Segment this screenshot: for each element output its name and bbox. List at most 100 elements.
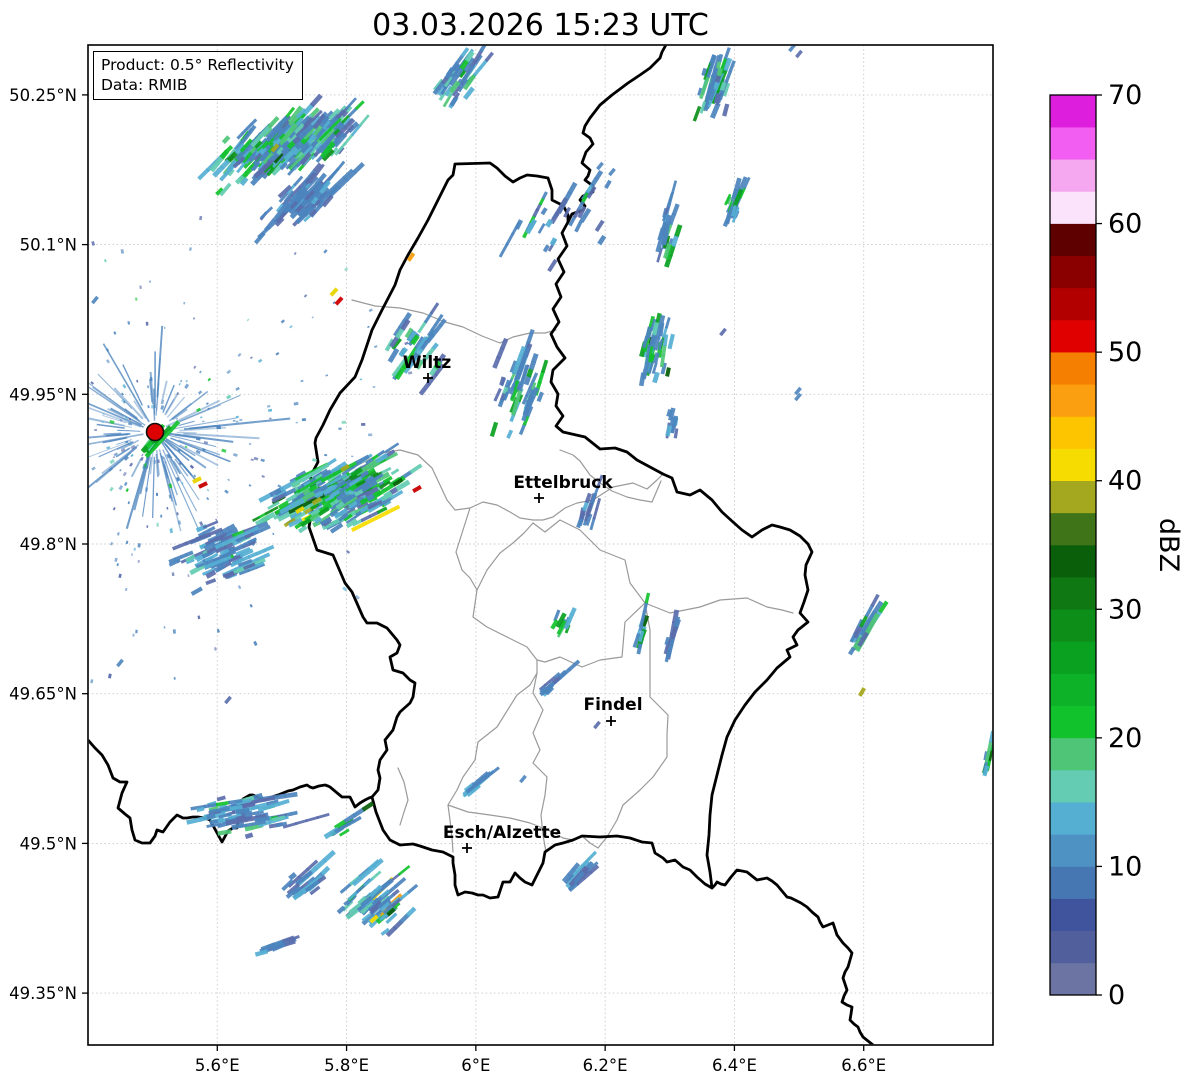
clutter-speckle xyxy=(206,488,210,492)
echo-cell xyxy=(397,865,411,876)
radar-map-figure: WiltzEttelbruckFindelEsch/Alzette 5.6°E 5… xyxy=(7,10,1184,1075)
clutter-speckle xyxy=(74,271,78,275)
clutter-speckle xyxy=(173,676,176,680)
echo-cell xyxy=(858,687,866,697)
clutter-speckle xyxy=(226,369,232,375)
clutter-speckle xyxy=(22,444,26,447)
clutter-speckle xyxy=(235,386,240,391)
colorbar-segment xyxy=(1050,737,1096,771)
colorbar-segment xyxy=(1050,512,1096,546)
clutter-speckle xyxy=(235,420,239,423)
echo-cell xyxy=(722,103,730,117)
clutter-speckle xyxy=(199,370,202,374)
echo-cell xyxy=(664,317,671,329)
colorbar-segment xyxy=(1050,158,1096,192)
clutter-speckle xyxy=(341,420,347,424)
echo-cell xyxy=(216,795,226,802)
clutter-speckle xyxy=(156,522,159,527)
echo-cell xyxy=(596,161,604,171)
clutter-speckle xyxy=(372,385,376,389)
colorbar-segment xyxy=(1050,608,1096,642)
city-label: Findel xyxy=(583,695,642,715)
echo-cell xyxy=(526,328,535,344)
clutter-speckle xyxy=(193,317,195,320)
clutter-speckle xyxy=(323,249,328,254)
echo-cell xyxy=(361,801,375,812)
clutter-speckle xyxy=(116,532,120,536)
lon-tick-label: 6.4°E xyxy=(712,1056,757,1075)
clutter-speckle xyxy=(64,286,67,290)
clutter-speckle xyxy=(137,543,141,548)
clutter-speckle xyxy=(141,453,144,457)
clutter-spoke xyxy=(151,456,155,518)
border-france-belgium xyxy=(88,738,374,845)
clutter-speckle xyxy=(19,490,22,493)
colorbar-segment xyxy=(1050,416,1096,449)
echo-cell xyxy=(638,372,646,387)
echo-cell xyxy=(206,813,216,820)
clutter-speckle xyxy=(131,553,133,556)
colorbar-tick-label: 0 xyxy=(1108,980,1125,1011)
clutter-speckle xyxy=(78,479,81,482)
lon-tick-label: 6.6°E xyxy=(841,1056,886,1075)
clutter-speckle xyxy=(110,541,114,546)
canton-border xyxy=(532,519,646,668)
clutter-speckle xyxy=(56,193,60,198)
echo-cell xyxy=(698,21,705,32)
colorbar-segment xyxy=(1050,705,1096,739)
clutter-speckle xyxy=(189,247,192,251)
clutter-speckle xyxy=(198,390,203,395)
clutter-speckle xyxy=(253,640,258,647)
echo-cell xyxy=(707,10,713,18)
clutter-speckle xyxy=(249,356,253,360)
echo-cell xyxy=(277,798,290,807)
clutter-speckle xyxy=(84,371,87,374)
echo-cell xyxy=(221,135,231,145)
clutter-speckle xyxy=(130,453,134,458)
radar-map-app: 03.03.2026 15:23 UTC Product: 0.5° Refle… xyxy=(0,0,1184,1081)
colorbar-segment xyxy=(1050,833,1096,867)
lat-tick-label: 49.35°N xyxy=(9,984,77,1003)
echo-cell xyxy=(542,244,550,253)
echo-cell xyxy=(547,258,558,273)
colorbar-tick-label: 10 xyxy=(1108,851,1142,882)
clutter-speckle xyxy=(82,448,85,450)
clutter-speckle xyxy=(68,358,73,363)
clutter-speckle xyxy=(122,471,127,477)
echo-cell xyxy=(387,347,400,363)
echo-cell xyxy=(537,223,546,234)
echo-cell xyxy=(697,24,706,38)
clutter-spoke xyxy=(103,432,122,435)
echo-cell xyxy=(91,295,99,305)
clutter-speckle xyxy=(169,528,173,534)
clutter-speckle xyxy=(199,521,204,527)
city-label: Wiltz xyxy=(403,353,452,373)
clutter-speckle xyxy=(200,416,203,419)
echo-cell xyxy=(371,870,382,881)
echo-cell xyxy=(795,49,803,59)
clutter-speckle xyxy=(368,308,373,313)
clutter-speckle xyxy=(122,384,127,389)
echo-cell xyxy=(198,481,208,489)
clutter-speckle xyxy=(289,325,293,329)
clutter-speckle xyxy=(246,318,250,322)
clutter-speckle xyxy=(180,379,183,383)
echo-cell xyxy=(531,372,539,382)
clutter-speckle xyxy=(226,394,232,400)
clutter-speckle xyxy=(197,615,201,620)
clutter-speckle xyxy=(189,464,195,470)
clutter-speckle xyxy=(124,587,128,592)
clutter-speckle xyxy=(160,514,163,518)
echo-cell xyxy=(698,14,706,29)
clutter-speckle xyxy=(160,399,165,405)
clutter-speckle xyxy=(7,551,10,554)
colorbar-segment xyxy=(1050,319,1096,353)
colorbar-segment xyxy=(1050,769,1096,803)
echo-cell xyxy=(595,497,602,510)
clutter-speckle xyxy=(76,574,80,578)
clutter-speckle xyxy=(404,341,409,346)
clutter-speckle xyxy=(293,251,297,256)
echo-cell xyxy=(697,22,706,38)
colorbar-segment xyxy=(1050,255,1096,289)
colorbar-tick-label: 70 xyxy=(1108,80,1142,111)
